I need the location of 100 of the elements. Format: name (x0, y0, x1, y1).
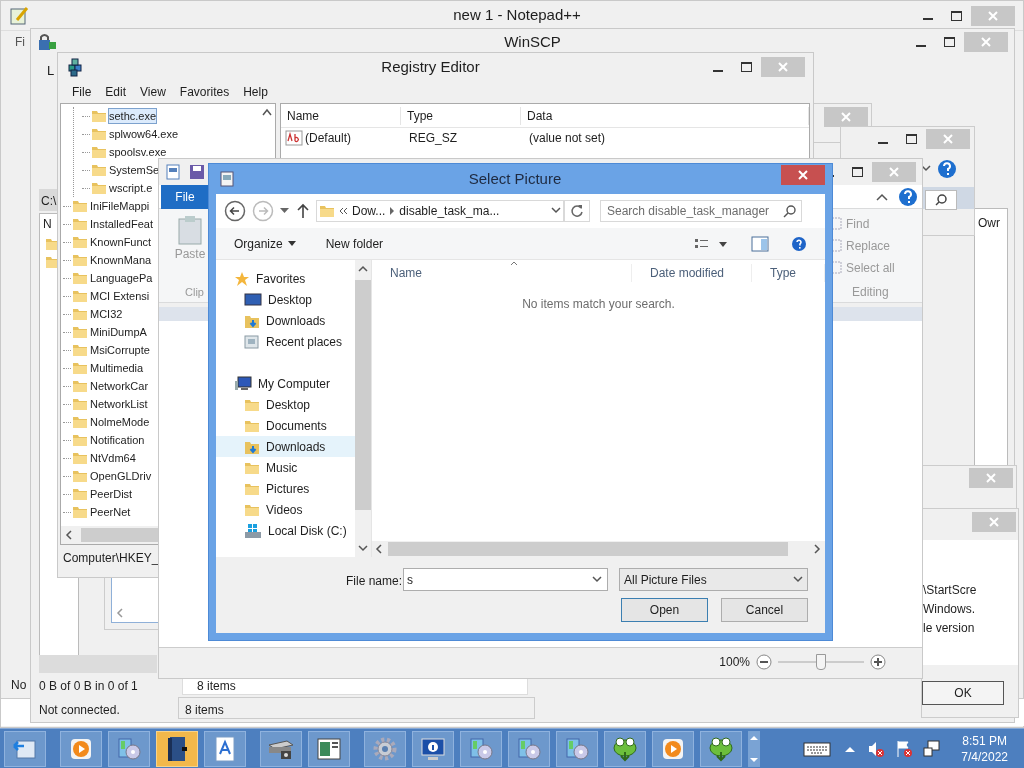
tree-item[interactable]: NtVdm64 (89, 450, 137, 466)
taskbar-button[interactable] (204, 730, 246, 767)
file-type-dropdown[interactable]: All Picture Files (619, 568, 808, 591)
tree-item[interactable]: MCI32 (89, 306, 124, 322)
chevron-down-icon[interactable] (921, 165, 931, 173)
menu-item[interactable]: View (140, 83, 166, 101)
file-tab[interactable]: File (161, 184, 209, 209)
menu-item[interactable]: Help (243, 83, 268, 101)
nav-item[interactable]: Pictures (216, 478, 356, 499)
scroll-left-icon[interactable] (116, 608, 124, 618)
tree-item[interactable]: LanguagePa (89, 270, 154, 286)
close-button[interactable] (781, 165, 825, 185)
column-header[interactable]: Name (390, 266, 422, 280)
help-icon[interactable] (898, 186, 918, 207)
tree-item[interactable]: splwow64.exe (108, 126, 180, 142)
minimize-icon (713, 69, 723, 72)
nav-item[interactable]: Music (216, 457, 356, 478)
nav-item[interactable]: Downloads (216, 436, 356, 457)
chevron-down-icon[interactable] (592, 576, 602, 584)
help-icon[interactable] (791, 235, 807, 252)
help-icon[interactable] (937, 159, 957, 179)
tree-item[interactable]: sethc.exe (108, 108, 158, 124)
tree-item[interactable]: NetworkCar (89, 378, 150, 394)
scroll-left-icon[interactable] (375, 544, 385, 554)
open-button[interactable]: Open (621, 598, 708, 622)
tree-item[interactable]: InstalledFeat (89, 216, 154, 232)
zoom-in-icon[interactable] (870, 653, 886, 670)
tree-item[interactable]: MsiCorrupte (89, 342, 151, 358)
tree-item[interactable]: KnownFunct (89, 234, 153, 250)
zoom-slider[interactable] (778, 653, 864, 670)
tree-item[interactable]: OpenGLDriv (89, 468, 153, 484)
scroll-down-icon[interactable] (358, 543, 368, 553)
menu-item[interactable]: Favorites (179, 83, 230, 101)
chevron-up-icon[interactable] (845, 744, 856, 753)
file-name-field[interactable]: s (403, 568, 608, 591)
scroll-left-icon[interactable] (65, 530, 73, 540)
menu-item[interactable]: Edit (105, 83, 127, 101)
menu-item[interactable]: File (72, 83, 92, 101)
nav-item[interactable]: Downloads (216, 310, 356, 331)
address-bar[interactable]: Dow... disable_task_ma... (316, 200, 564, 222)
tree-item[interactable]: KnownMana (89, 252, 153, 268)
tree-item[interactable]: NetworkList (89, 396, 149, 412)
back-icon[interactable] (224, 200, 246, 222)
taskbar-button[interactable] (700, 730, 742, 767)
new-folder-button[interactable]: New folder (325, 234, 384, 253)
disc-box-icon (116, 735, 142, 762)
collapse-ribbon-icon[interactable] (876, 192, 888, 201)
tree-item[interactable]: IniFileMappi (89, 198, 151, 214)
scrollbar[interactable] (39, 655, 157, 673)
zoom-out-icon[interactable] (756, 653, 772, 670)
refresh-button[interactable] (564, 200, 590, 222)
scroll-up-icon[interactable] (261, 108, 272, 116)
clock-date[interactable]: 7/4/2022 (961, 748, 1008, 765)
zoom-slider-thumb[interactable] (816, 653, 826, 670)
view-options-icon[interactable] (695, 237, 729, 250)
flag-error-icon[interactable] (895, 739, 914, 758)
taskbar-button[interactable] (604, 730, 646, 767)
tree-item[interactable]: PeerNet (89, 504, 132, 520)
nav-item[interactable]: Recent places (216, 331, 356, 352)
tree-item[interactable]: Multimedia (89, 360, 145, 376)
taskbar-button[interactable] (156, 730, 198, 767)
tree-item[interactable]: PeerDist (89, 486, 134, 502)
scrollbar-thumb[interactable] (388, 542, 788, 556)
nav-item[interactable]: Documents (216, 415, 356, 436)
search-icon[interactable] (935, 194, 947, 206)
nav-item[interactable]: Local Disk (C:) (216, 520, 356, 541)
nav-item[interactable]: Videos (216, 499, 356, 520)
tree-item[interactable]: SystemSe (108, 162, 161, 178)
taskbar-button[interactable] (412, 730, 454, 767)
tree-item[interactable]: MCI Extensi (89, 288, 151, 304)
organize-button[interactable]: Organize (234, 234, 296, 253)
nav-item[interactable]: Desktop (216, 394, 356, 415)
tree-item[interactable]: wscript.e (108, 180, 154, 196)
scrollbar[interactable] (372, 541, 825, 557)
column-header[interactable]: Type (770, 266, 796, 280)
taskbar-button[interactable] (308, 730, 350, 767)
cancel-button[interactable]: Cancel (721, 598, 808, 622)
keyboard-icon[interactable] (803, 740, 832, 757)
clock-time[interactable]: 8:51 PM (962, 732, 1007, 749)
menu-item[interactable]: Fi (15, 35, 25, 49)
scrollbar-thumb[interactable] (355, 280, 371, 510)
nav-item[interactable]: Favorites (216, 268, 356, 289)
scrollbar[interactable] (355, 260, 371, 557)
folder-icon (91, 163, 107, 177)
tree-item[interactable]: spoolsv.exe (108, 144, 168, 160)
scrollbar-thumb[interactable] (81, 528, 161, 542)
column-header[interactable]: Date modified (650, 266, 725, 280)
ok-button[interactable]: OK (922, 681, 1004, 705)
save-icon[interactable] (189, 164, 205, 180)
tree-item[interactable]: NolmeMode (89, 414, 151, 430)
tree-item[interactable]: Notification (89, 432, 146, 448)
taskbar-button[interactable] (260, 730, 302, 767)
nav-item[interactable]: My Computer (216, 373, 356, 394)
scroll-right-icon[interactable] (812, 544, 822, 554)
nav-item[interactable]: Desktop (216, 289, 356, 310)
tree-item[interactable]: MiniDumpA (89, 324, 148, 340)
up-arrow-icon[interactable] (296, 203, 310, 219)
search-field[interactable]: Search disable_task_manager (600, 200, 802, 222)
network-icon[interactable] (923, 739, 942, 758)
scroll-up-icon[interactable] (358, 264, 368, 274)
